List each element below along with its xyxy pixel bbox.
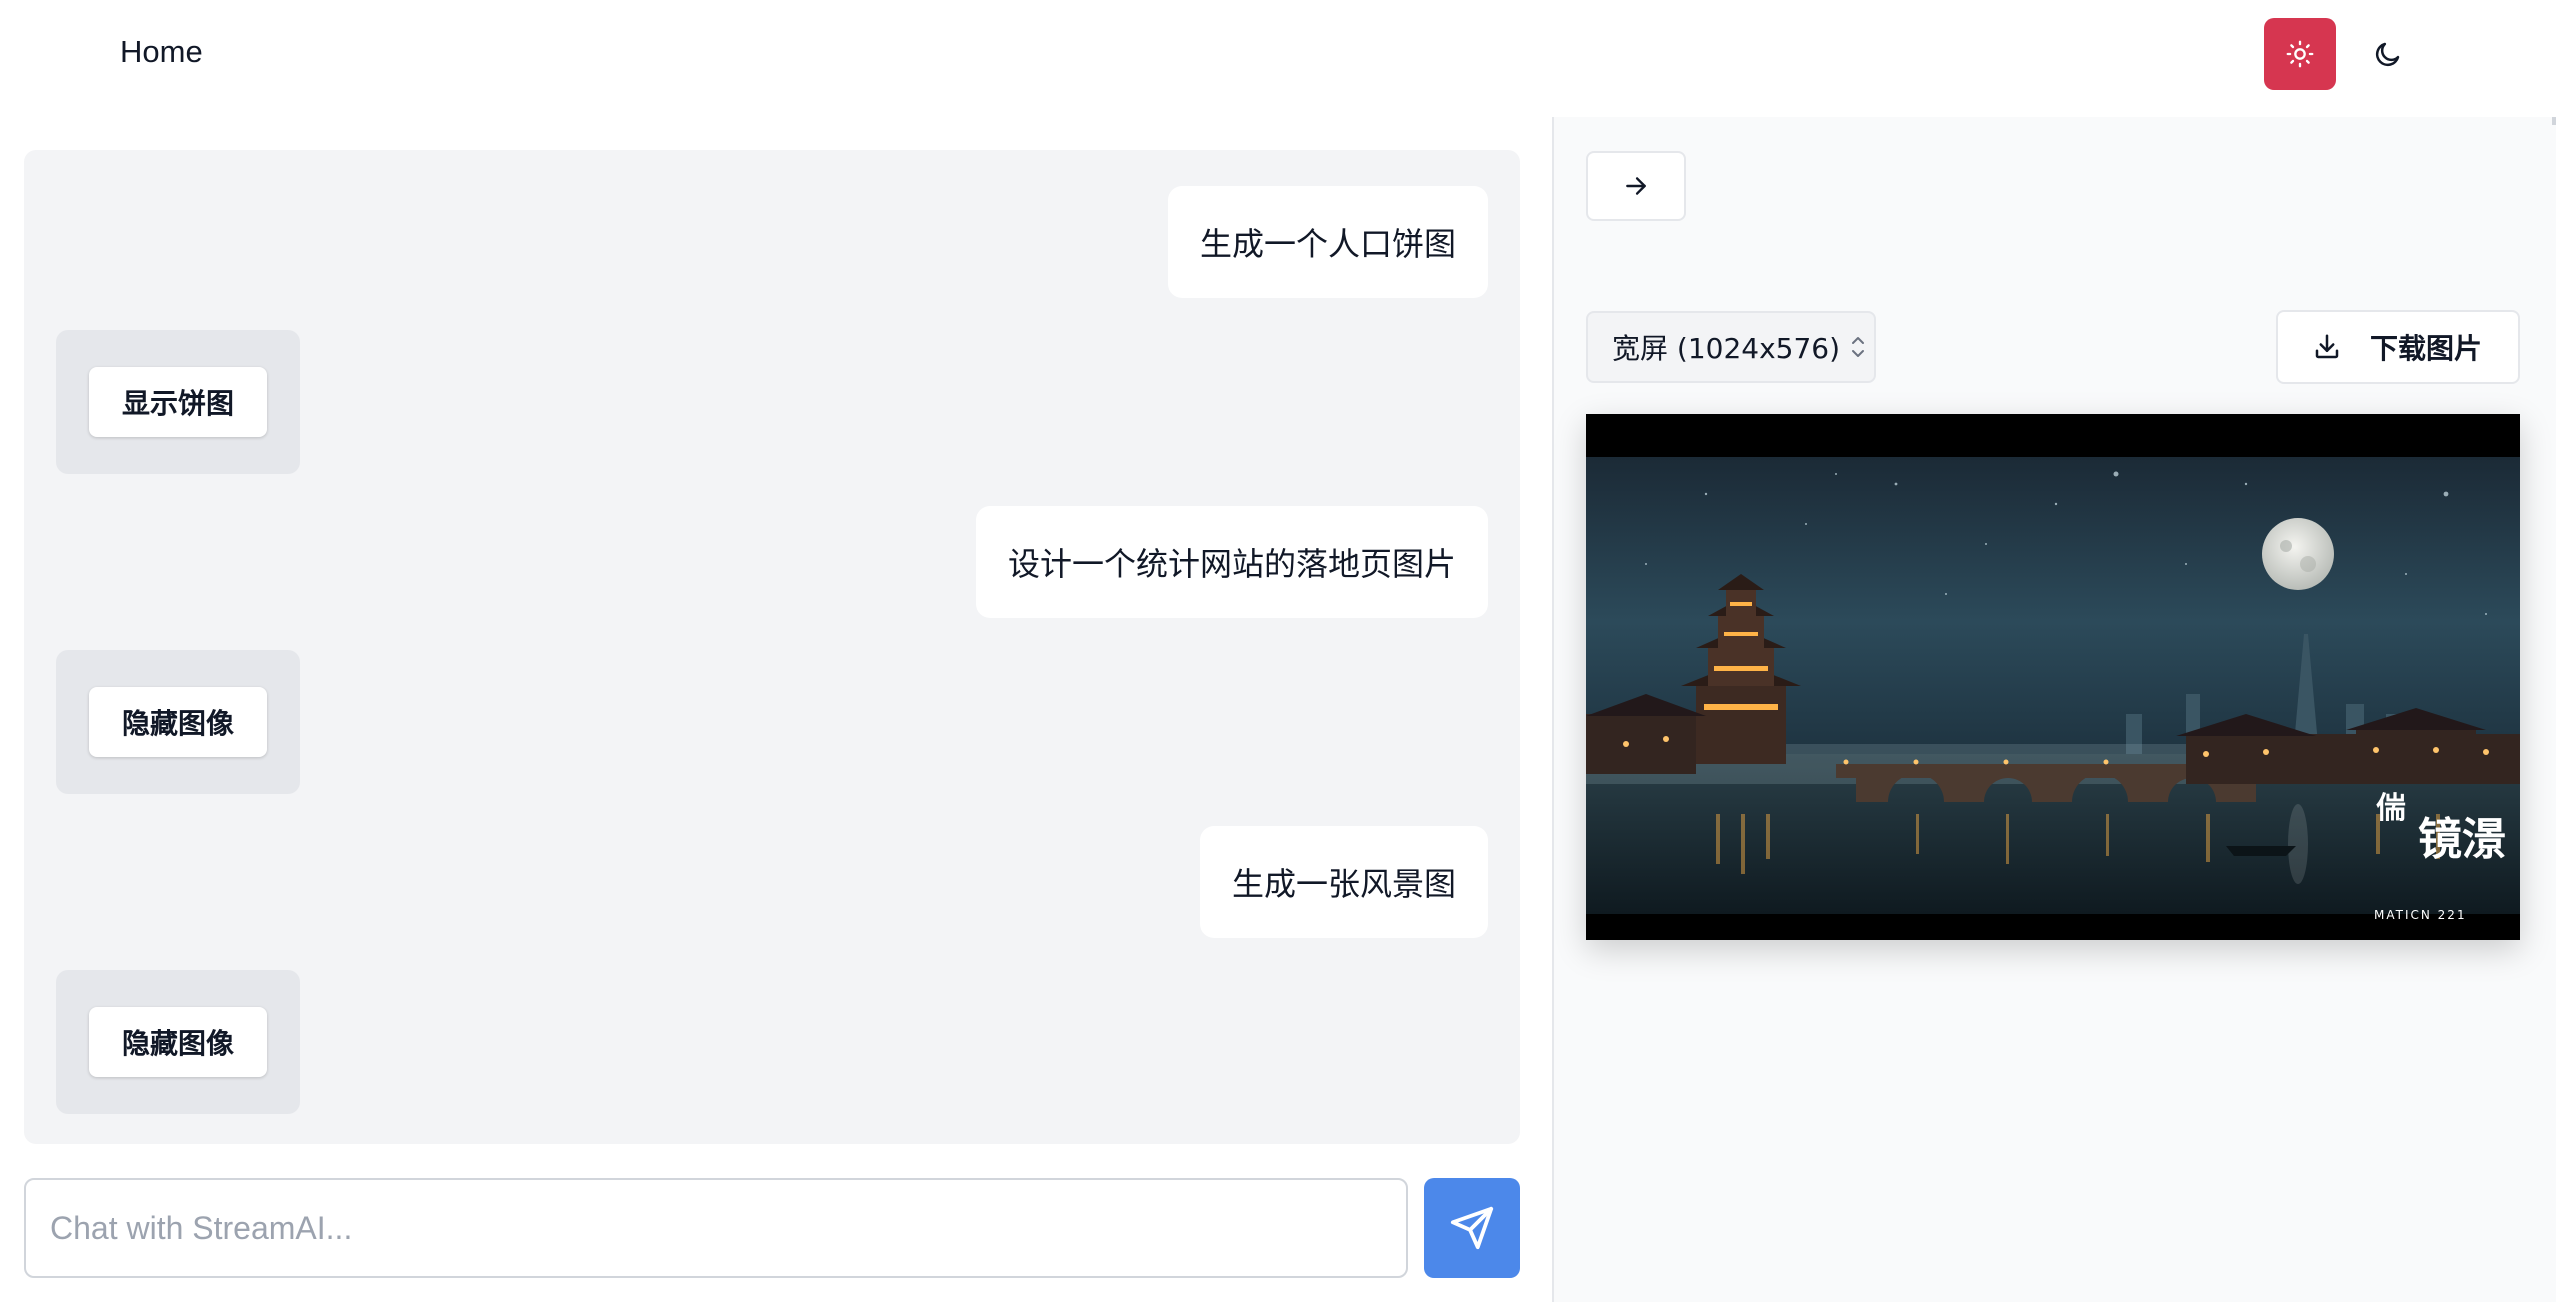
chat-messages[interactable]: 生成一个人口饼图 显示饼图 设计一个统计网站的落地页图片 隐藏图像 生成一张风景…	[24, 150, 1520, 1144]
download-icon	[2315, 334, 2339, 359]
watermark-mark: 偳	[2376, 791, 2406, 826]
dark-mode-button[interactable]	[2352, 18, 2424, 90]
download-label: 下载图片	[2370, 332, 2483, 365]
show-pie-chart-button[interactable]: 显示饼图	[89, 367, 267, 437]
message-text: 设计一个统计网站的落地页图片	[1007, 545, 1456, 583]
generated-image: 镜澋 偳 MATICN 221	[1586, 414, 2520, 940]
watermark-title: 镜澋	[2418, 814, 2506, 865]
hide-image-button[interactable]: 隐藏图像	[89, 1007, 267, 1077]
send-button[interactable]	[1424, 1178, 1520, 1278]
chat-pane: 生成一个人口饼图 显示饼图 设计一个统计网站的落地页图片 隐藏图像 生成一张风景…	[0, 117, 1552, 1302]
assistant-message: 隐藏图像	[56, 650, 300, 794]
sun-icon	[2286, 40, 2314, 68]
image-panel: 宽屏 (1024x576) 下载图片 镜澋 偳 MATICN 221	[1554, 117, 2556, 1302]
home-link[interactable]: Home	[120, 34, 203, 70]
assistant-message: 隐藏图像	[56, 970, 300, 1114]
download-image-button[interactable]: 下载图片	[2276, 310, 2520, 384]
user-message: 生成一个人口饼图	[1167, 186, 1488, 298]
message-text: 生成一个人口饼图	[1199, 225, 1456, 263]
image-size-select[interactable]: 宽屏 (1024x576)	[1586, 311, 1876, 383]
chat-input[interactable]	[24, 1178, 1408, 1278]
light-mode-button[interactable]	[2264, 18, 2336, 90]
size-select-value: 宽屏 (1024x576)	[1612, 332, 1841, 365]
user-message: 生成一张风景图	[1199, 826, 1488, 938]
paper-plane-icon	[1450, 1206, 1494, 1250]
hide-image-button[interactable]: 隐藏图像	[89, 687, 267, 757]
arrow-right-icon	[1626, 177, 1646, 195]
moon-icon	[2375, 42, 2400, 67]
collapse-panel-button[interactable]	[1586, 151, 1686, 221]
top-navbar: Home	[0, 0, 2556, 117]
assistant-message: 显示饼图	[56, 330, 300, 474]
message-text: 生成一张风景图	[1231, 865, 1456, 903]
landscape-image: 镜澋 偳 MATICN 221	[1586, 414, 2520, 940]
chevron-up-down-icon	[1852, 337, 1865, 357]
scrollbar[interactable]	[2552, 117, 2556, 125]
watermark-subtitle: MATICN 221	[2374, 908, 2467, 922]
user-message: 设计一个统计网站的落地页图片	[975, 506, 1488, 618]
